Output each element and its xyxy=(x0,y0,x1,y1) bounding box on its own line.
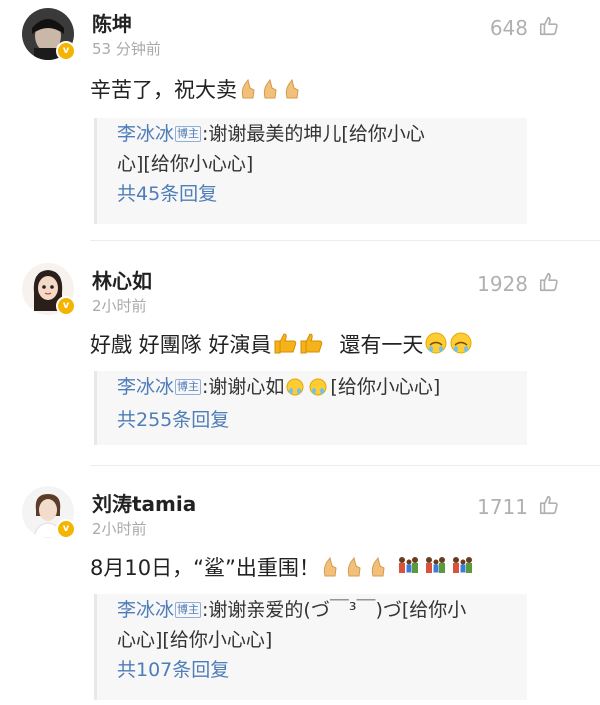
crying-emoji xyxy=(286,375,330,405)
avatar[interactable]: v xyxy=(22,8,76,61)
reply-text: [给你小心心] xyxy=(330,376,441,398)
comment-item: v 刘涛tamia 2小时前 1711 8月10日，“鲨”出重围！ 李冰冰 博主:… xyxy=(0,466,600,705)
commenter-name[interactable]: 陈坤 xyxy=(92,8,132,37)
clapping-hand-emoji xyxy=(239,78,305,105)
commenter-name[interactable]: 刘涛tamia xyxy=(92,488,196,517)
reply-count-link[interactable]: 共255条回复 xyxy=(97,405,527,435)
reply-text: 心][给你小心心] xyxy=(117,153,254,175)
comment-text-content: 辛苦了，祝大卖 xyxy=(90,78,237,102)
reply-username[interactable]: 李冰冰 xyxy=(117,376,174,398)
reply-username[interactable]: 李冰冰 xyxy=(117,599,174,621)
reply-text: :谢谢心如 xyxy=(202,376,285,398)
thumbs-up-outline-icon[interactable] xyxy=(538,494,560,516)
reply-box[interactable]: 李冰冰 博主:谢谢心如 [给你小心心] 共255条回复 xyxy=(94,371,527,445)
comment-text: 8月10日，“鲨”出重围！ xyxy=(90,552,476,583)
reply-line: 心][给你小心心] xyxy=(97,149,527,179)
reply-text: :谢谢最美的坤儿[给你小心 xyxy=(202,123,425,145)
like-count: 1928 xyxy=(477,272,528,296)
comment-text-content: 還有一天 xyxy=(339,333,424,357)
reply-username[interactable]: 李冰冰 xyxy=(117,123,174,145)
like-count: 1711 xyxy=(477,495,528,519)
reply-text: :谢谢亲爱的(づ￣³￣)づ[给你小 xyxy=(202,599,467,621)
clapping-hand-emoji xyxy=(322,556,394,583)
comment-text-content: 好戲 好團隊 好演員 xyxy=(90,333,272,357)
comment-item: v 林心如 2小时前 1928 好戲 好團隊 好演員 還有一天 李冰冰 博主:谢谢… xyxy=(0,241,600,465)
verified-badge-icon: v xyxy=(56,296,76,316)
comment-time: 53 分钟前 xyxy=(92,40,161,58)
reply-line: 李冰冰 博主:谢谢心如 [给你小心心] xyxy=(97,371,527,405)
reply-count-link[interactable]: 共45条回复 xyxy=(97,179,527,209)
comment-text-content: 8月10日，“鲨”出重围！ xyxy=(90,556,320,580)
comment-text: 辛苦了，祝大卖 xyxy=(90,74,305,105)
like-count: 648 xyxy=(489,16,528,40)
thumbs-up-outline-icon[interactable] xyxy=(538,271,560,293)
comment-time: 2小时前 xyxy=(92,520,147,538)
reply-count-link[interactable]: 共107条回复 xyxy=(97,655,527,685)
thumbs-up-outline-icon[interactable] xyxy=(538,15,560,37)
verified-badge-icon: v xyxy=(56,519,76,539)
avatar[interactable]: v xyxy=(22,263,76,316)
author-badge: 博主 xyxy=(175,602,202,618)
commenter-name[interactable]: 林心如 xyxy=(92,265,152,294)
verified-badge-icon: v xyxy=(56,41,76,61)
thumbs-up-emoji xyxy=(273,331,327,360)
reply-line: 心心][给你小心心] xyxy=(97,625,527,655)
comment-item: v 陈坤 53 分钟前 648 辛苦了，祝大卖 李冰冰 博主:谢谢最美的坤儿[给你… xyxy=(0,0,600,240)
author-badge: 博主 xyxy=(175,126,202,142)
family-emoji xyxy=(396,554,476,583)
avatar[interactable]: v xyxy=(22,486,76,539)
reply-line: 李冰冰 博主:谢谢亲爱的(づ￣³￣)づ[给你小 xyxy=(97,594,527,625)
author-badge: 博主 xyxy=(175,379,202,395)
crying-emoji xyxy=(425,331,475,360)
reply-line: 李冰冰 博主:谢谢最美的坤儿[给你小心 xyxy=(97,118,527,149)
reply-box[interactable]: 李冰冰 博主:谢谢最美的坤儿[给你小心 心][给你小心心] 共45条回复 xyxy=(94,118,527,224)
comment-time: 2小时前 xyxy=(92,297,147,315)
reply-box[interactable]: 李冰冰 博主:谢谢亲爱的(づ￣³￣)づ[给你小 心心][给你小心心] 共107条回… xyxy=(94,594,527,700)
reply-text: 心心][给你小心心] xyxy=(117,629,273,651)
comment-text: 好戲 好團隊 好演員 還有一天 xyxy=(90,329,475,360)
